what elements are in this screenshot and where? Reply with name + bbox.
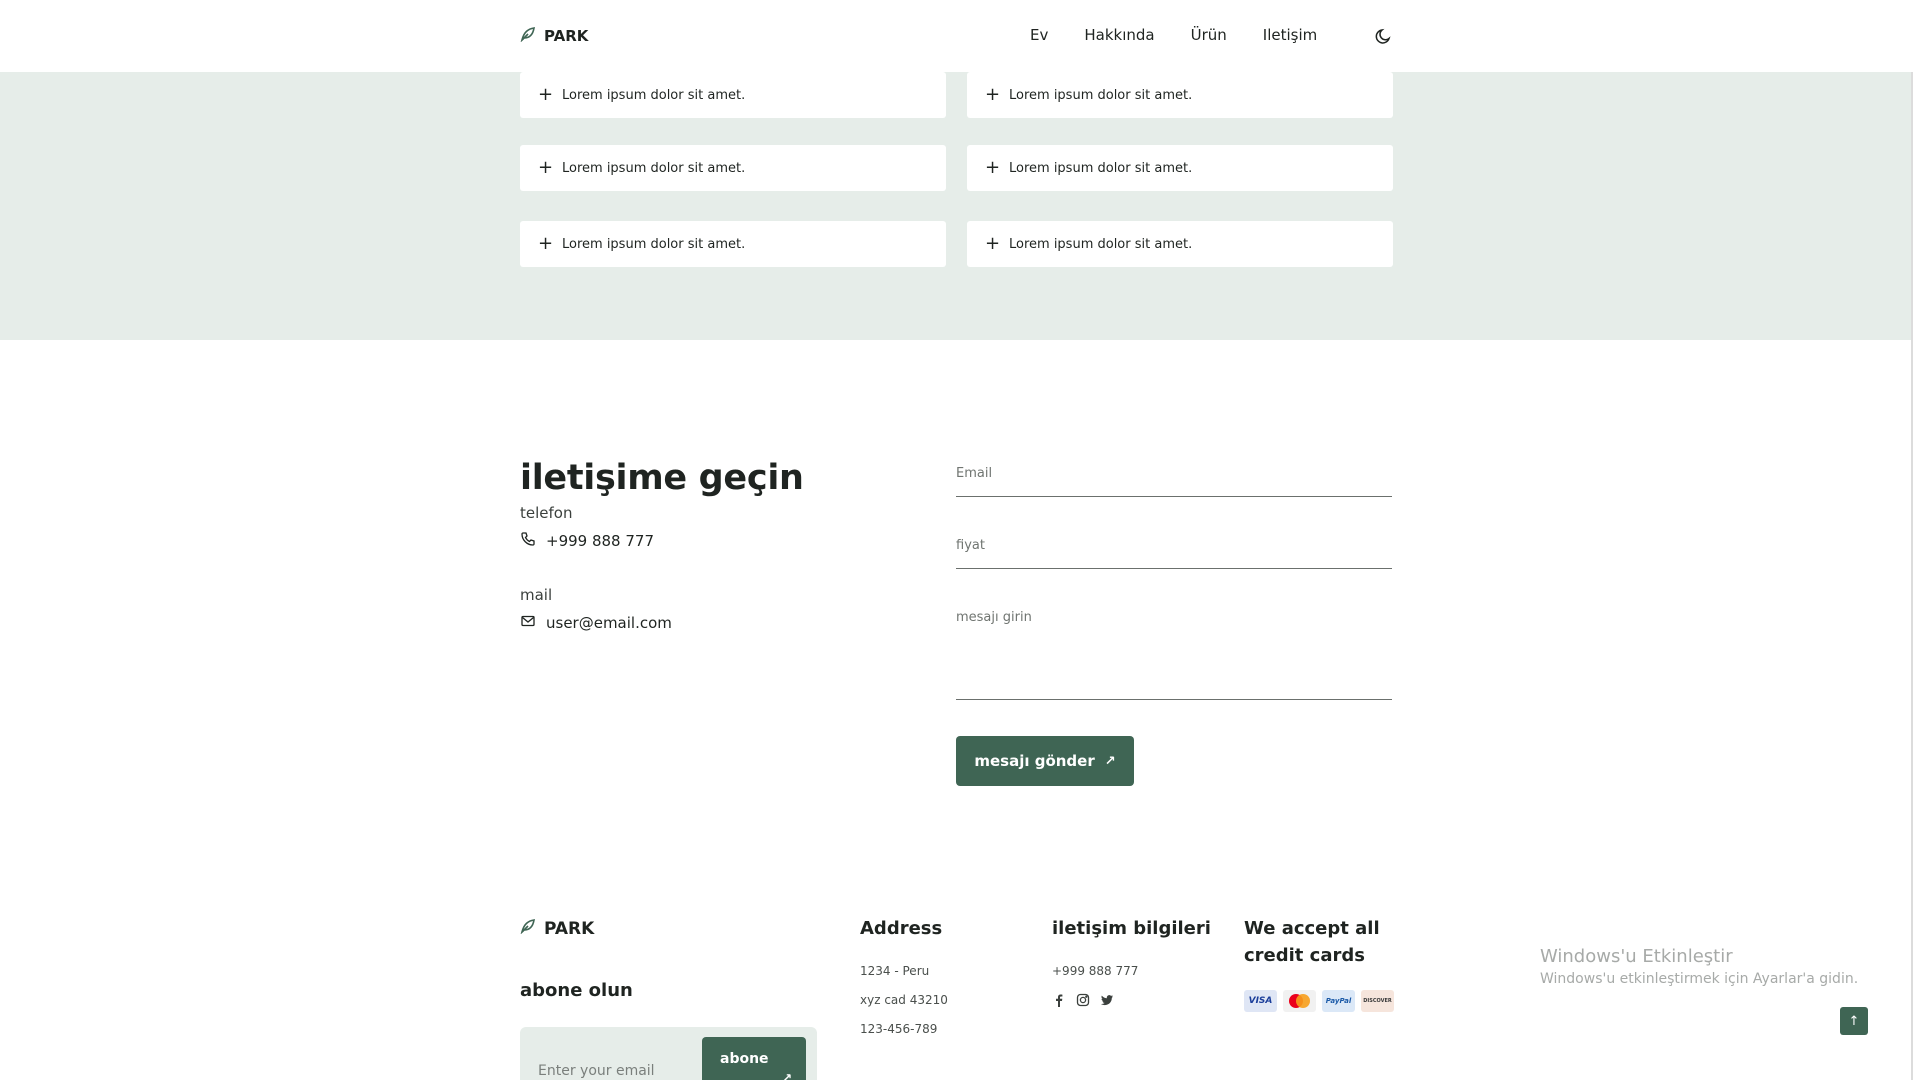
address-line: 123-456-789 (860, 1022, 938, 1036)
address-title: Address (860, 918, 943, 939)
send-message-label: mesajı gönder (974, 752, 1095, 770)
contact-info-title: iletişim bilgileri (1052, 918, 1211, 939)
subscribe-email-input[interactable]: Enter your email (538, 1063, 655, 1079)
faq-item[interactable]: + Lorem ipsum dolor sit amet. (967, 72, 1393, 118)
price-field[interactable]: fiyat (956, 538, 1392, 569)
phone-icon (520, 531, 536, 551)
mastercard-icon (1283, 990, 1316, 1012)
nav-links: Ev Hakkında Ürün Iletişim (1030, 26, 1317, 44)
nav-link-ev[interactable]: Ev (1030, 26, 1048, 44)
leaf-icon (520, 26, 536, 46)
discover-card-icon: DISCOVER (1361, 990, 1394, 1012)
faq-item[interactable]: + Lorem ipsum dolor sit amet. (967, 221, 1393, 267)
footer-brand-name: PARK (544, 918, 595, 939)
subscribe-title: abone olun (520, 980, 633, 1001)
phone-row: +999 888 777 (520, 531, 654, 551)
send-message-button[interactable]: mesajı gönder ↗ (956, 736, 1134, 786)
phone-value: +999 888 777 (546, 532, 654, 550)
plus-icon: + (538, 233, 554, 254)
cards-title: We accept all credit cards (1244, 918, 1380, 966)
contact-info-phone: +999 888 777 (1052, 964, 1139, 978)
address-line: 1234 - Peru (860, 964, 930, 978)
social-links (1052, 992, 1114, 1011)
faq-item[interactable]: + Lorem ipsum dolor sit amet. (967, 145, 1393, 191)
faq-question: Lorem ipsum dolor sit amet. (1009, 87, 1193, 103)
faq-item[interactable]: + Lorem ipsum dolor sit amet. (520, 72, 946, 118)
footer-brand[interactable]: PARK (520, 918, 594, 939)
mail-label: mail (520, 586, 553, 604)
plus-icon: + (538, 157, 554, 178)
email-placeholder: Email (956, 466, 993, 481)
plus-icon: + (985, 157, 1001, 178)
arrow-up-right-icon: ↗ (1104, 753, 1116, 769)
mail-value: user@email.com (546, 614, 672, 632)
credit-cards: VISA PayPal DISCOVER (1244, 990, 1394, 1012)
nav-link-urun[interactable]: Ürün (1191, 26, 1227, 44)
message-field[interactable]: mesajı girin (956, 610, 1392, 700)
scroll-to-top-button[interactable]: ↑ (1840, 1007, 1868, 1035)
faq-section: + Lorem ipsum dolor sit amet. + Lorem ip… (0, 72, 1913, 340)
subscribe-button[interactable]: abone ↗ (702, 1037, 806, 1080)
phone-label: telefon (520, 504, 573, 522)
contact-title: iletişime geçin (520, 458, 804, 498)
faq-question: Lorem ipsum dolor sit amet. (1009, 236, 1193, 252)
plus-icon: + (985, 233, 1001, 254)
message-placeholder: mesajı girin (956, 610, 1032, 625)
windows-activation-watermark: Windows'u Etkinleştir Windows'u etkinleş… (1540, 946, 1858, 987)
watermark-subtitle: Windows'u etkinleştirmek için Ayarlar'a … (1540, 971, 1859, 987)
plus-icon: + (985, 84, 1001, 105)
subscribe-button-label: abone (720, 1051, 769, 1067)
faq-item[interactable]: + Lorem ipsum dolor sit amet. (520, 221, 946, 267)
address-line: xyz cad 43210 (860, 993, 948, 1007)
twitter-icon[interactable] (1100, 992, 1114, 1011)
navbar: PARK Ev Hakkında Ürün Iletişim (0, 0, 1913, 72)
nav-link-hakkinda[interactable]: Hakkında (1084, 26, 1154, 44)
watermark-title: Windows'u Etkinleştir (1540, 946, 1733, 967)
faq-question: Lorem ipsum dolor sit amet. (562, 87, 746, 103)
email-field[interactable]: Email (956, 466, 1392, 497)
instagram-icon[interactable] (1076, 992, 1090, 1011)
faq-question: Lorem ipsum dolor sit amet. (562, 160, 746, 176)
faq-item[interactable]: + Lorem ipsum dolor sit amet. (520, 145, 946, 191)
faq-question: Lorem ipsum dolor sit amet. (562, 236, 746, 252)
moon-icon[interactable] (1374, 26, 1394, 46)
brand-logo[interactable]: PARK (520, 26, 588, 46)
mail-icon (520, 613, 536, 633)
faq-question: Lorem ipsum dolor sit amet. (1009, 160, 1193, 176)
brand-name: PARK (544, 27, 589, 45)
arrow-up-right-icon: ↗ (782, 1071, 793, 1080)
plus-icon: + (538, 84, 554, 105)
arrow-up-icon: ↑ (1848, 1013, 1860, 1029)
visa-card-icon: VISA (1244, 990, 1277, 1012)
price-placeholder: fiyat (956, 538, 985, 553)
paypal-card-icon: PayPal (1322, 990, 1355, 1012)
facebook-icon[interactable] (1052, 992, 1066, 1011)
subscribe-form: Enter your email abone ↗ (520, 1027, 817, 1080)
leaf-icon (520, 918, 536, 939)
mail-row: user@email.com (520, 613, 672, 633)
nav-link-iletisim[interactable]: Iletişim (1263, 26, 1317, 44)
